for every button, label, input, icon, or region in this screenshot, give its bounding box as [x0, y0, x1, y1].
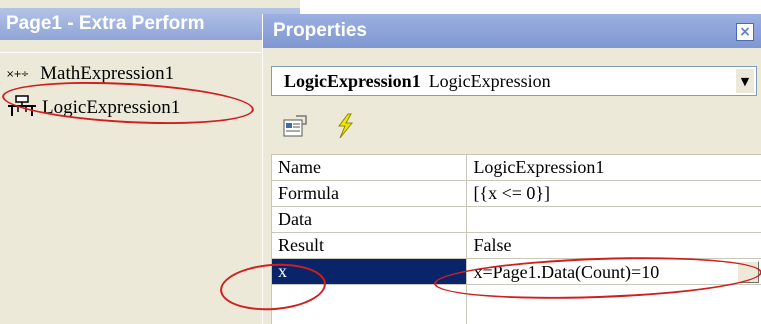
- selected-object-name: LogicExpression1: [284, 70, 421, 91]
- list-item-label: LogicExpression1: [42, 97, 181, 118]
- list-item-label: MathExpression1: [40, 63, 175, 84]
- property-row[interactable]: Data: [270, 206, 761, 233]
- property-value[interactable]: [466, 206, 761, 233]
- page-panel: Page1 - Extra Perform ×+÷ MathExpression…: [0, 0, 300, 324]
- property-value[interactable]: [{x <= 0}]: [466, 180, 761, 207]
- ellipsis-button[interactable]: [737, 260, 759, 283]
- property-row-selected[interactable]: x x=Page1.Data(Count)=10: [270, 258, 761, 285]
- property-name: Result: [270, 232, 468, 259]
- property-name: x: [270, 258, 468, 285]
- properties-title: Properties: [263, 14, 761, 48]
- property-row[interactable]: Result False: [270, 232, 761, 259]
- property-grid: Name LogicExpression1 Formula [{x <= 0}]…: [270, 154, 761, 324]
- selected-object-type: LogicExpression: [428, 70, 551, 91]
- properties-page-icon[interactable]: [281, 112, 309, 140]
- empty-cell: [466, 284, 761, 324]
- property-value[interactable]: False: [466, 232, 761, 259]
- page-panel-title: Page1 - Extra Perform: [0, 8, 300, 40]
- property-row[interactable]: Name LogicExpression1: [270, 154, 761, 181]
- property-grid-empty-area: [270, 284, 761, 324]
- property-value[interactable]: x=Page1.Data(Count)=10: [473, 262, 659, 282]
- empty-cell: [270, 284, 468, 324]
- lightning-events-icon[interactable]: [331, 112, 359, 140]
- list-item-logic-expression[interactable]: LogicExpression1: [6, 93, 180, 123]
- math-expression-icon: ×+÷: [6, 68, 29, 80]
- property-value[interactable]: LogicExpression1: [466, 154, 761, 181]
- logic-expression-icon: [6, 94, 38, 122]
- list-item-math-expression[interactable]: ×+÷ MathExpression1: [6, 59, 174, 89]
- properties-window: Properties × LogicExpression1 LogicExpre…: [262, 14, 761, 324]
- dropdown-arrow-icon[interactable]: ▼: [735, 68, 755, 94]
- close-button[interactable]: ×: [736, 23, 754, 41]
- property-row[interactable]: Formula [{x <= 0}]: [270, 180, 761, 207]
- property-value-cell[interactable]: x=Page1.Data(Count)=10: [466, 258, 761, 285]
- property-name: Name: [270, 154, 468, 181]
- property-name: Formula: [270, 180, 468, 207]
- properties-toolbar: [273, 108, 473, 142]
- object-selector[interactable]: LogicExpression1 LogicExpression ▼: [271, 66, 757, 96]
- component-list: ×+÷ MathExpression1 LogicExpression1: [0, 52, 300, 324]
- property-name: Data: [270, 206, 468, 233]
